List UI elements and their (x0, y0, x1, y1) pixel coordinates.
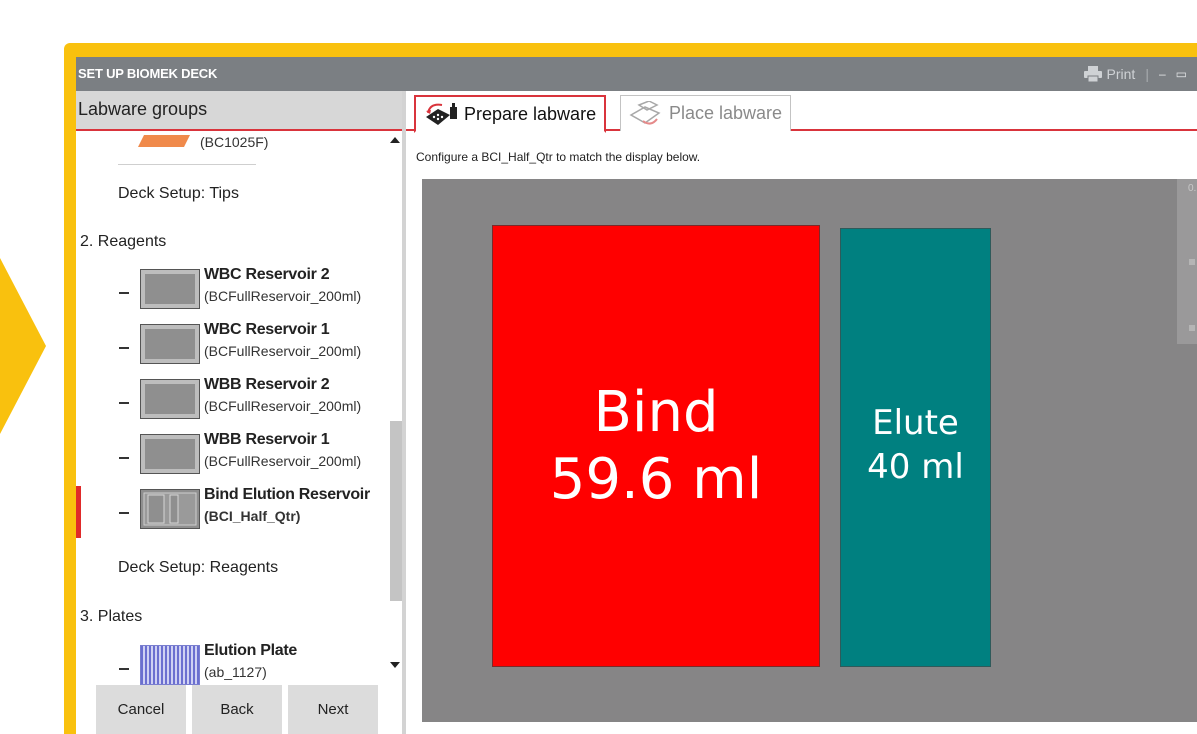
scroll-up-icon[interactable] (390, 137, 400, 143)
tip-box-icon (138, 135, 190, 147)
printer-icon (1083, 66, 1102, 82)
titlebar-controls: Print | – ▭ (1083, 57, 1197, 91)
list-item[interactable]: WBB Reservoir 2 (BCFullReservoir_200ml) (76, 375, 386, 430)
cancel-button[interactable]: Cancel (96, 685, 186, 734)
print-button[interactable]: Print (1083, 66, 1136, 82)
half-quarter-reservoir-icon (140, 489, 200, 529)
item-dash (119, 347, 129, 349)
list-item-sub: (ab_1127) (204, 664, 267, 680)
tab-label: Place labware (669, 103, 783, 123)
maximize-button[interactable]: ▭ (1176, 67, 1187, 81)
next-button[interactable]: Next (288, 685, 378, 734)
titlebar-separator: | (1145, 66, 1149, 82)
deck-setup-tips-link[interactable]: Deck Setup: Tips (76, 185, 386, 203)
item-dash (119, 457, 129, 459)
main-panel: Prepare labware Place labware Configure … (406, 91, 1197, 734)
item-dash (119, 402, 129, 404)
list-item-name: WBB Reservoir 2 (204, 376, 330, 393)
item-dash (119, 512, 129, 514)
list-item-name: Elution Plate (204, 642, 297, 659)
reservoir-icon (140, 379, 200, 419)
setup-deck-window: SET UP BIOMEK DECK Print | – ▭ Labware g… (76, 57, 1197, 734)
list-item[interactable]: WBB Reservoir 1 (BCFullReservoir_200ml) (76, 430, 386, 485)
tab-label: Prepare labware (464, 103, 597, 124)
zoom-handle[interactable] (1189, 259, 1195, 265)
tab-place-labware[interactable]: Place labware (620, 95, 792, 131)
elute-well: Elute 40 ml (840, 228, 991, 667)
item-dash (119, 668, 129, 670)
divider (118, 164, 256, 165)
list-item[interactable]: WBC Reservoir 2 (BCFullReservoir_200ml) (76, 265, 386, 320)
well-name: Elute (872, 403, 959, 443)
list-item-name: WBC Reservoir 1 (204, 321, 330, 338)
list-item-sub: (BCFullReservoir_200ml) (204, 453, 362, 469)
reservoir-icon (140, 324, 200, 364)
list-item-sub: (BCI_Half_Qtr) (204, 508, 301, 524)
list-item-sub: (BCFullReservoir_200ml) (204, 398, 362, 414)
zoom-rail[interactable]: 0. (1177, 179, 1197, 344)
reservoir-icon (140, 434, 200, 474)
print-label: Print (1106, 66, 1136, 82)
scroll-down-icon[interactable] (390, 662, 400, 668)
wizard-footer: Cancel Back Next (76, 685, 406, 734)
list-item-name: WBC Reservoir 2 (204, 266, 330, 283)
list-item-sub: (BCFullReservoir_200ml) (204, 288, 362, 304)
list-item-selected[interactable]: Bind Elution Reservoir (BCI_Half_Qtr) (76, 485, 386, 540)
section-reagents: 2. Reagents (80, 233, 167, 250)
tab-prepare-labware[interactable]: Prepare labware (414, 95, 607, 133)
labware-display: Bind 59.6 ml Elute 40 ml 0. (422, 179, 1197, 722)
deck-setup-reagents-link[interactable]: Deck Setup: Reagents (76, 559, 386, 577)
labware-list: (BC1025F) Deck Setup: Tips 2. Reagents W… (76, 131, 386, 716)
pointer-arrow (0, 258, 46, 434)
list-item[interactable]: (BC1025F) (76, 131, 386, 159)
list-item-name: Bind Elution Reservoir (204, 486, 370, 503)
instruction-text: Configure a BCI_Half_Qtr to match the di… (416, 150, 701, 164)
list-item[interactable]: WBC Reservoir 1 (BCFullReservoir_200ml) (76, 320, 386, 375)
minimize-button[interactable]: – (1159, 67, 1166, 81)
item-dash (119, 292, 129, 294)
window-title: SET UP BIOMEK DECK (78, 66, 218, 81)
reservoir-icon (140, 269, 200, 309)
window-titlebar: SET UP BIOMEK DECK Print | – ▭ (76, 57, 1197, 91)
list-item-sub: (BC1025F) (200, 134, 269, 150)
back-button[interactable]: Back (192, 685, 282, 734)
zoom-button[interactable] (1189, 325, 1195, 331)
list-item-sub: (BCFullReservoir_200ml) (204, 343, 362, 359)
place-labware-icon (629, 100, 661, 125)
well-name: Bind (593, 379, 719, 445)
well-volume: 40 ml (867, 447, 964, 488)
labware-groups-panel: Labware groups (BC1025F) Deck Setup: Tip… (76, 91, 406, 734)
well-volume: 59.6 ml (549, 447, 763, 512)
zoom-readout: 0. (1188, 183, 1197, 194)
tab-bar: Prepare labware Place labware (406, 91, 1197, 133)
plate-icon (140, 645, 200, 685)
bind-well: Bind 59.6 ml (492, 225, 820, 667)
section-plates: 3. Plates (80, 608, 143, 625)
labware-groups-header: Labware groups (76, 91, 406, 131)
list-item-name: WBB Reservoir 1 (204, 431, 330, 448)
prepare-labware-icon (426, 103, 457, 125)
